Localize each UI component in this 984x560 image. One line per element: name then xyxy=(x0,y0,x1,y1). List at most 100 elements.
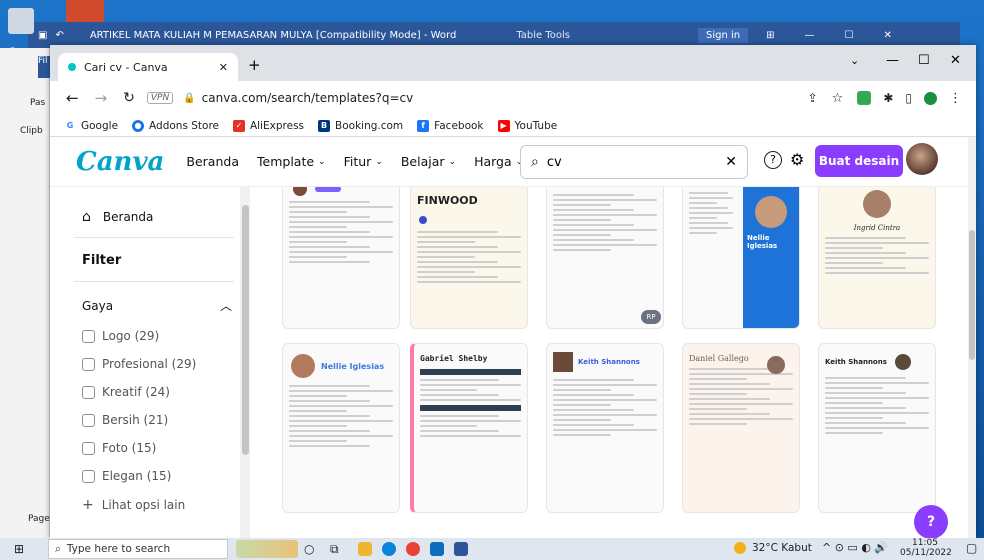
address-row: ← → ↻ VPN 🔒 canva.com/search/templates?q… xyxy=(50,81,976,115)
nav-fitur[interactable]: Fitur ⌄ xyxy=(344,154,383,169)
checkbox[interactable] xyxy=(82,329,95,343)
checkbox[interactable] xyxy=(82,413,95,427)
checkbox[interactable] xyxy=(82,441,95,455)
template-card[interactable]: FINWOOD xyxy=(410,187,528,329)
create-design-button[interactable]: Buat desain xyxy=(815,145,903,177)
tab-title: Cari cv - Canva xyxy=(84,60,168,74)
word-minimize-icon[interactable]: — xyxy=(805,30,815,41)
word-save-icon[interactable]: ▣ xyxy=(38,30,47,41)
file-explorer-icon[interactable] xyxy=(358,542,372,556)
template-card[interactable]: Nellie Iglesias xyxy=(682,187,800,329)
cortana-icon[interactable]: ○ xyxy=(304,542,314,556)
nav-beranda[interactable]: Beranda xyxy=(186,154,239,169)
word-sign-in-button[interactable]: Sign in xyxy=(698,27,749,43)
template-card[interactable]: Gabriel Shelby xyxy=(410,343,528,513)
edge-icon[interactable] xyxy=(382,542,396,556)
tab-close-icon[interactable]: ✕ xyxy=(219,61,228,74)
chevron-down-icon: ⌄ xyxy=(318,156,326,167)
checkbox[interactable] xyxy=(82,385,95,399)
template-card[interactable]: Daniel Gallego xyxy=(682,343,800,513)
powerpoint-icon[interactable] xyxy=(66,0,104,22)
checkbox[interactable] xyxy=(82,469,95,483)
nav-belajar[interactable]: Belajar ⌄ xyxy=(401,154,456,169)
extensions-puzzle-icon[interactable]: ✱ xyxy=(883,91,893,105)
taskbar-search-input[interactable]: ⌕ Type here to search xyxy=(48,539,228,559)
word-taskbar-icon[interactable] xyxy=(454,542,468,556)
style-section-toggle[interactable]: Gaya ︿ xyxy=(82,297,232,314)
template-card[interactable]: RP xyxy=(546,187,664,329)
nav-template[interactable]: Template ⌄ xyxy=(257,154,326,169)
tab-search-icon[interactable]: ⌄ xyxy=(850,54,859,67)
extension-icon[interactable] xyxy=(857,91,872,105)
chrome-close-icon[interactable]: ✕ xyxy=(950,53,961,68)
sidebar-home[interactable]: ⌂ Beranda xyxy=(82,209,153,225)
new-tab-icon[interactable]: + xyxy=(248,56,261,74)
nav-harga[interactable]: Harga ⌄ xyxy=(474,154,523,169)
chrome-maximize-icon[interactable]: ☐ xyxy=(918,53,930,68)
avatar[interactable] xyxy=(906,143,938,175)
filter-option-label: Kreatif (24) xyxy=(102,385,170,399)
filter-option-kreatif[interactable]: Kreatif (24) xyxy=(82,385,170,399)
task-view-icon[interactable]: ⧉ xyxy=(330,542,339,557)
template-card[interactable]: Ingrid Cintra xyxy=(818,187,936,329)
filter-option-foto[interactable]: Foto (15) xyxy=(82,441,156,455)
chrome-taskbar-icon[interactable] xyxy=(406,542,420,556)
word-maximize-icon[interactable]: ☐ xyxy=(845,30,854,41)
reload-icon[interactable]: ↻ xyxy=(123,90,135,106)
bookmark-youtube[interactable]: ▶ YouTube xyxy=(497,119,557,132)
profile-shield-icon[interactable] xyxy=(924,91,937,105)
template-card[interactable] xyxy=(282,187,400,329)
share-icon[interactable]: ⇪ xyxy=(808,91,818,105)
word-close-icon[interactable]: ✕ xyxy=(883,30,891,41)
windows-taskbar: ⊞ ⌕ Type here to search ○ ⧉ 32°C Kabut ^… xyxy=(0,538,984,560)
windows-start-icon[interactable]: ⊞ xyxy=(14,542,24,556)
chrome-minimize-icon[interactable]: — xyxy=(886,53,899,68)
vpn-badge[interactable]: VPN xyxy=(146,92,174,104)
filter-option-profesional[interactable]: Profesional (29) xyxy=(82,357,196,371)
filter-option-bersih[interactable]: Bersih (21) xyxy=(82,413,168,427)
bookmark-facebook[interactable]: f Facebook xyxy=(417,119,484,132)
side-panel-icon[interactable]: ▯ xyxy=(905,91,912,105)
weather-text[interactable]: 32°C Kabut xyxy=(752,542,812,554)
template-card[interactable]: Keith Shannons xyxy=(546,343,664,513)
lock-icon[interactable]: 🔒 xyxy=(183,93,195,104)
taskbar-news-widget[interactable] xyxy=(236,540,298,558)
template-card[interactable]: Nellie Iglesias xyxy=(282,343,400,513)
back-icon[interactable]: ← xyxy=(66,89,79,107)
template-title: FINWOOD xyxy=(417,194,478,207)
chevron-down-icon: ⌄ xyxy=(375,156,383,167)
word-file-tab[interactable]: Fil xyxy=(38,56,50,78)
system-tray-icons[interactable]: ^ ⊙ ▭ ◐ 🔊 xyxy=(822,541,888,554)
word-paste-label[interactable]: Pas xyxy=(30,98,45,108)
search-input[interactable]: ⌕ cv ✕ xyxy=(520,145,748,179)
sidebar-scrollbar-thumb[interactable] xyxy=(242,205,249,455)
bookmark-google[interactable]: G Google xyxy=(64,119,118,132)
template-card[interactable]: Keith Shannons xyxy=(818,343,936,513)
word-undo-icon[interactable]: ↶ xyxy=(55,30,63,41)
bookmark-star-icon[interactable]: ☆ xyxy=(832,91,844,106)
bookmark-addons-store[interactable]: ● Addons Store xyxy=(132,119,219,132)
browser-tab[interactable]: Cari cv - Canva ✕ xyxy=(58,53,238,81)
clear-search-icon[interactable]: ✕ xyxy=(725,154,737,170)
youtube-icon: ▶ xyxy=(497,119,510,132)
word-ribbon-icon[interactable]: ⊞ xyxy=(766,30,774,41)
filter-option-elegan[interactable]: Elegan (15) xyxy=(82,469,171,483)
url-field[interactable]: canva.com/search/templates?q=cv xyxy=(202,91,414,105)
clock-date[interactable]: 05/11/2022 xyxy=(900,548,952,558)
recycle-bin-icon[interactable] xyxy=(8,8,34,34)
canva-logo[interactable]: Canva xyxy=(76,147,164,177)
notifications-icon[interactable]: ▢ xyxy=(966,541,977,555)
forward-icon[interactable]: → xyxy=(95,89,108,107)
clock-time[interactable]: 11:05 xyxy=(912,538,938,548)
bookmark-aliexpress[interactable]: ✓ AliExpress xyxy=(233,119,304,132)
chrome-menu-icon[interactable]: ⋮ xyxy=(949,91,962,106)
mail-icon[interactable] xyxy=(430,542,444,556)
filter-option-logo[interactable]: Logo (29) xyxy=(82,329,159,343)
page-scrollbar-thumb[interactable] xyxy=(969,230,975,360)
help-icon[interactable]: ? xyxy=(764,151,782,169)
gear-icon[interactable]: ⚙ xyxy=(790,150,804,169)
checkbox[interactable] xyxy=(82,357,95,371)
bookmark-booking[interactable]: B Booking.com xyxy=(318,119,403,132)
help-chat-button[interactable]: ? xyxy=(914,505,948,538)
more-options-link[interactable]: + Lihat opsi lain xyxy=(82,497,185,513)
